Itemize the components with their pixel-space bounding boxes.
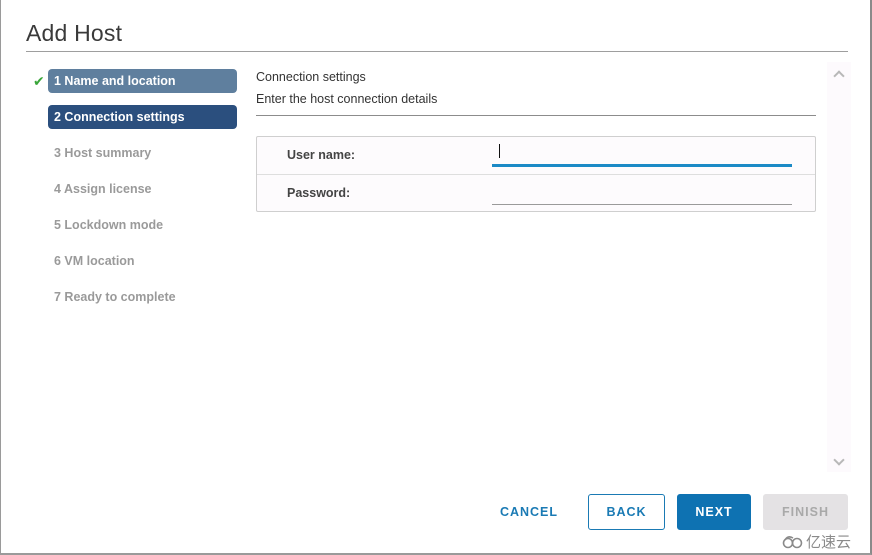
wizard-steps: ✔ 1 Name and location 2 Connection setti… xyxy=(31,69,239,321)
step-ready-to-complete[interactable]: 7 Ready to complete xyxy=(31,285,239,309)
step-assign-license[interactable]: 4 Assign license xyxy=(31,177,239,201)
step-label: 7 Ready to complete xyxy=(54,290,176,304)
step-label: 1 Name and location xyxy=(54,74,176,88)
title-divider xyxy=(26,51,848,52)
next-button[interactable]: NEXT xyxy=(677,494,751,530)
watermark-text: 亿速云 xyxy=(806,533,852,551)
username-row: User name: xyxy=(257,137,815,174)
section-description: Enter the host connection details xyxy=(256,92,438,106)
username-input[interactable] xyxy=(492,143,792,167)
scroll-up-icon[interactable] xyxy=(832,67,846,82)
step-vm-location[interactable]: 6 VM location xyxy=(31,249,239,273)
password-label: Password: xyxy=(287,186,351,200)
checkmark-icon: ✔ xyxy=(33,73,45,89)
cancel-button[interactable]: CANCEL xyxy=(492,494,566,530)
password-row: Password: xyxy=(257,174,815,211)
watermark: 亿速云 xyxy=(782,531,851,552)
password-input[interactable] xyxy=(492,181,792,205)
cloud-logo-icon xyxy=(782,536,803,549)
step-label: 4 Assign license xyxy=(54,182,152,196)
step-name-and-location[interactable]: ✔ 1 Name and location xyxy=(31,69,239,93)
step-label: 3 Host summary xyxy=(54,146,152,160)
add-host-dialog: Add Host ✔ 1 Name and location 2 Connect… xyxy=(0,0,872,555)
back-button[interactable]: BACK xyxy=(588,494,665,530)
step-label: 2 Connection settings xyxy=(54,110,185,124)
section-divider xyxy=(256,115,816,116)
username-label: User name: xyxy=(287,148,356,162)
content-scrollbar[interactable] xyxy=(827,62,851,472)
dialog-title: Add Host xyxy=(26,20,123,46)
text-caret xyxy=(499,144,500,158)
connection-form: User name: Password: xyxy=(256,136,816,212)
step-content: Connection settings Enter the host conne… xyxy=(256,66,816,212)
finish-button[interactable]: FINISH xyxy=(763,494,848,530)
step-lockdown-mode[interactable]: 5 Lockdown mode xyxy=(31,213,239,237)
step-label: 5 Lockdown mode xyxy=(54,218,164,232)
step-label: 6 VM location xyxy=(54,254,135,268)
section-title: Connection settings xyxy=(256,70,366,84)
step-connection-settings[interactable]: 2 Connection settings xyxy=(31,105,239,129)
scroll-down-icon[interactable] xyxy=(832,453,846,467)
step-host-summary[interactable]: 3 Host summary xyxy=(31,141,239,165)
